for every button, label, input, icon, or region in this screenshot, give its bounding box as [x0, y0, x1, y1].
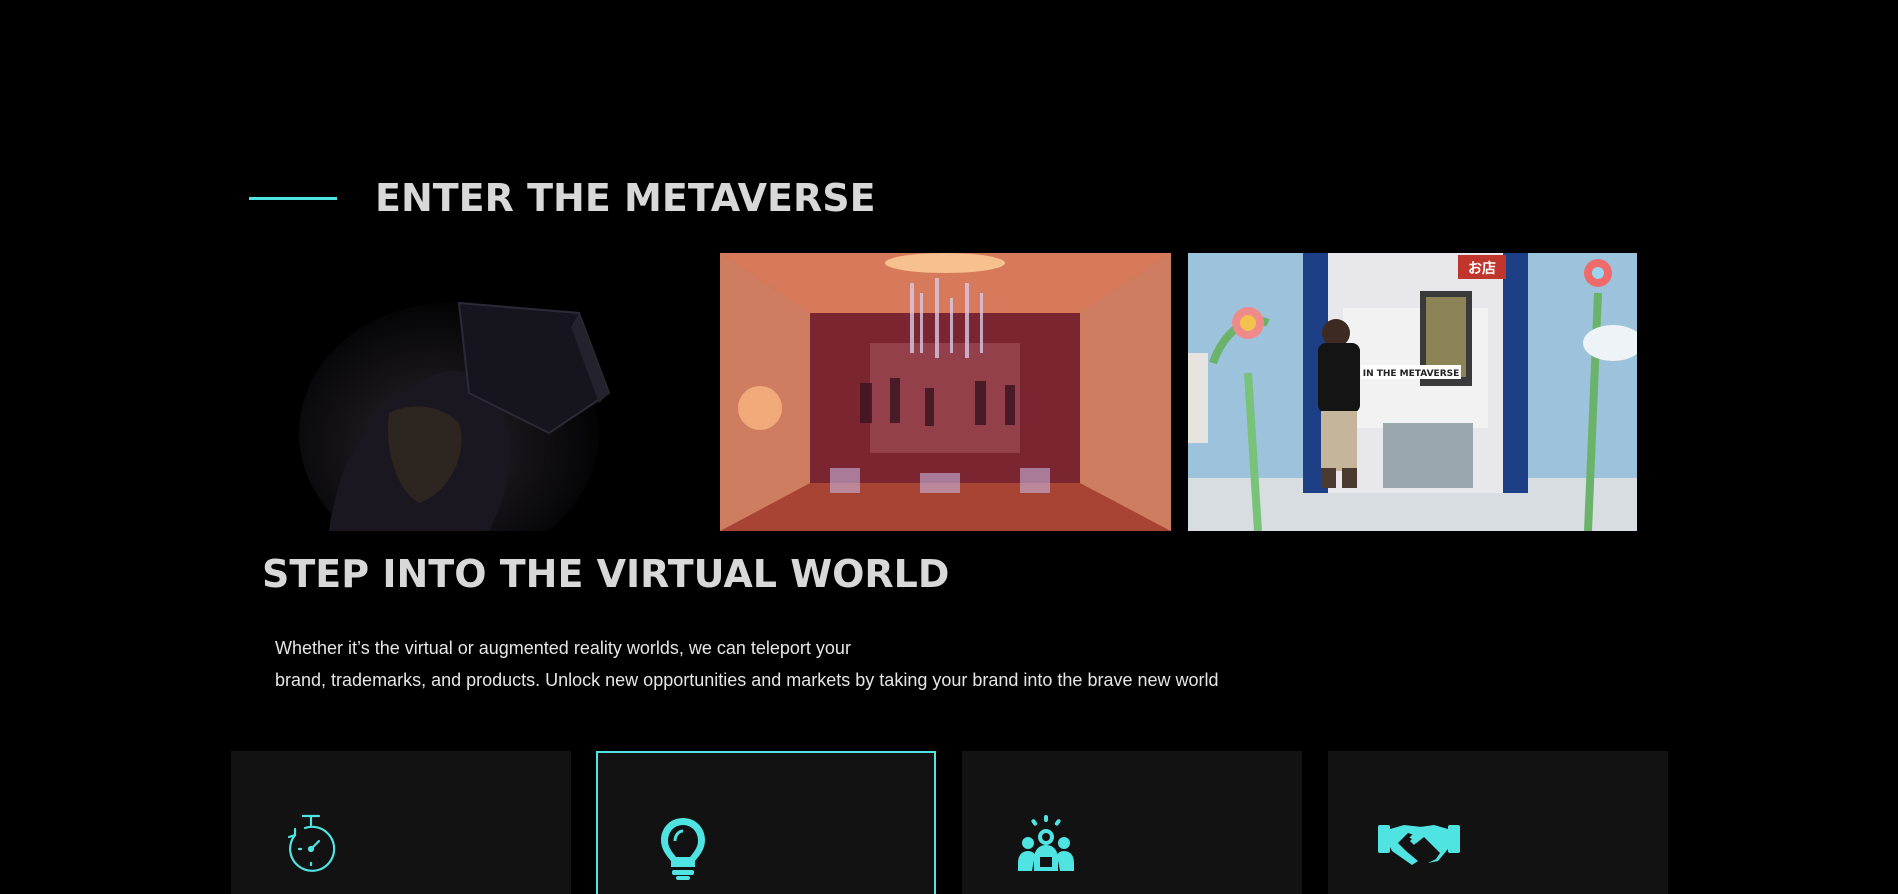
- team-icon: [1018, 815, 1074, 871]
- feature-card-ideas[interactable]: [596, 751, 936, 894]
- feature-card-speed[interactable]: [231, 751, 571, 894]
- stopwatch-icon: [287, 814, 336, 872]
- virtual-hall-image: [720, 253, 1171, 531]
- handshake-icon: [1378, 825, 1460, 865]
- feature-card-partnership[interactable]: [1328, 751, 1668, 894]
- shop-sign-text: お店: [1468, 260, 1496, 277]
- feature-card-team[interactable]: [962, 751, 1302, 894]
- accent-line: [249, 196, 337, 200]
- vr-headset-image: [249, 253, 699, 531]
- main-description: Whether it’s the virtual or augmented re…: [275, 632, 1375, 696]
- section-heading: ENTER THE METAVERSE: [249, 172, 876, 224]
- metaverse-store-image: IN THE METAVERSE お店: [1188, 253, 1637, 531]
- store-sign-text: IN THE METAVERSE: [1363, 369, 1460, 379]
- main-heading: STEP INTO THE VIRTUAL WORLD: [262, 552, 950, 596]
- lightbulb-icon: [661, 818, 705, 880]
- description-line-2: brand, trademarks, and products. Unlock …: [275, 670, 1219, 690]
- page: ENTER THE METAVERSE IN THE METAVERSE お店 …: [0, 0, 1898, 894]
- description-line-1: Whether it’s the virtual or augmented re…: [275, 638, 851, 658]
- section-title: ENTER THE METAVERSE: [375, 176, 876, 220]
